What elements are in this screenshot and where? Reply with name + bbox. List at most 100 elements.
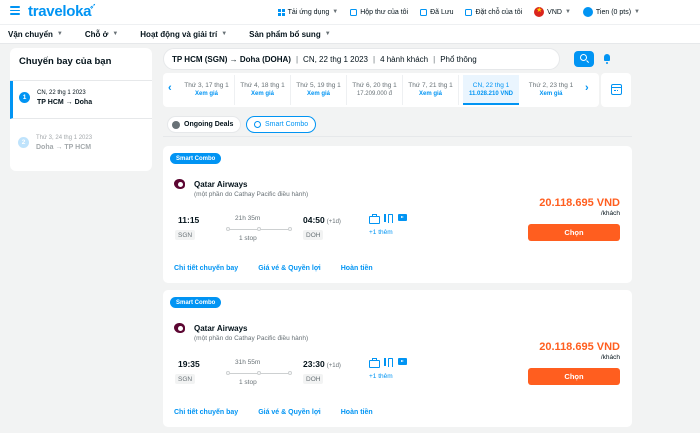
date-cell[interactable]: Thứ 7, 21 thg 1 Xem giá: [403, 75, 459, 105]
nav-add-ons-label: Sản phẩm bổ sung: [249, 29, 321, 39]
plus-day-indicator: (+1d): [326, 363, 341, 369]
date-cell-date: Thứ 2, 23 thg 1: [528, 82, 574, 89]
route-start-dot: [226, 371, 230, 375]
ongoing-deals-label: Ongoing Deals: [184, 121, 234, 128]
arrival-airport-code: DOH: [303, 230, 324, 240]
stop-count: 1 stop: [239, 379, 257, 386]
traveloka-logo[interactable]: traveloka: [28, 3, 91, 20]
arrival-time: 04:50 (+1d): [303, 215, 341, 225]
search-button[interactable]: [574, 51, 594, 67]
combo-icon: [254, 121, 261, 128]
nav-add-ons[interactable]: Sản phẩm bổ sung ▼: [249, 30, 331, 39]
my-bookings-link[interactable]: Đặt chỗ của tôi: [465, 8, 523, 16]
date-cell-price: 11.028.210 VND: [468, 91, 514, 97]
itinerary-leg-2[interactable]: 2 Thứ 3, 24 thg 1 2023 Doha → TP HCM: [10, 126, 152, 162]
search-summary[interactable]: TP HCM (SGN) → Doha (DOHA) | CN, 22 thg …: [163, 48, 560, 70]
date-cell[interactable]: Thứ 2, 23 thg 1 Xem giá: [523, 75, 579, 105]
grid-icon: [277, 8, 285, 16]
baggage-icon: [369, 214, 380, 224]
saved-link[interactable]: Đã Lưu: [420, 8, 454, 16]
download-app-link[interactable]: Tải ứng dụng ▼: [277, 8, 338, 16]
flight-details-link[interactable]: Chi tiết chuyến bay: [174, 265, 238, 272]
qatar-airways-logo-icon: [174, 179, 187, 190]
entertainment-icon: [398, 214, 407, 222]
more-amenities-link[interactable]: +1 thêm: [369, 373, 393, 380]
more-amenities-link[interactable]: +1 thêm: [369, 229, 393, 236]
download-app-label: Tải ứng dụng: [287, 8, 330, 16]
smart-combo-label: Smart Combo: [265, 121, 309, 128]
flight-card[interactable]: Smart Combo Qatar Airways (một phần do C…: [163, 290, 632, 427]
nav-activities-label: Hoạt động và giải trí: [140, 29, 218, 39]
date-cell-price: Xem giá: [539, 91, 563, 97]
saved-label: Đã Lưu: [430, 8, 454, 16]
arrival-time: 23:30 (+1d): [303, 359, 341, 369]
user-label: Tien (0 pts): [595, 8, 632, 16]
smart-combo-chip[interactable]: Smart Combo: [246, 116, 317, 133]
logo-bird-icon: ➶: [89, 1, 97, 11]
fare-benefits-link[interactable]: Giá vé & Quyền lợi: [258, 409, 321, 416]
operated-by: (một phần do Cathay Pacific điều hành): [194, 191, 309, 198]
operated-by: (một phần do Cathay Pacific điều hành): [194, 335, 309, 342]
chevron-left-icon[interactable]: ‹: [168, 82, 172, 94]
user-menu[interactable]: Tien (0 pts) ▼: [582, 7, 640, 17]
chevron-down-icon: ▼: [112, 31, 119, 37]
itinerary-title: Chuyến bay của bạn: [10, 48, 152, 81]
date-cell[interactable]: Thứ 4, 18 thg 1 Xem giá: [235, 75, 291, 105]
nav-accommodation[interactable]: Chỗ ở ▼: [85, 30, 118, 39]
refund-link[interactable]: Hoàn tiền: [341, 409, 373, 416]
fare-benefits-link[interactable]: Giá vé & Quyền lợi: [258, 265, 321, 272]
date-cell[interactable]: Thứ 5, 19 thg 1 Xem giá: [291, 75, 347, 105]
booking-icon: [465, 8, 473, 16]
ongoing-deals-chip[interactable]: Ongoing Deals: [167, 116, 242, 133]
select-flight-button[interactable]: Chọn: [528, 368, 620, 385]
date-cell-price: Xem giá: [250, 91, 274, 97]
chevron-down-icon: ▼: [221, 31, 228, 37]
itinerary-panel: Chuyến bay của bạn 1 CN, 22 thg 1 2023 T…: [10, 48, 152, 171]
stop-count: 1 stop: [239, 235, 257, 242]
meal-icon: [383, 214, 393, 223]
smart-combo-badge: Smart Combo: [170, 153, 222, 164]
select-flight-button[interactable]: Chọn: [528, 224, 620, 241]
leg-route: TP HCM → Doha: [37, 99, 93, 106]
user-avatar-icon: [582, 7, 593, 17]
chevron-down-icon: ▼: [324, 31, 331, 37]
hamburger-menu-icon[interactable]: [10, 6, 20, 15]
chevron-right-icon[interactable]: ›: [585, 82, 589, 94]
date-cell[interactable]: Thứ 3, 17 thg 1 Xem giá: [179, 75, 235, 105]
route-stop-dot: [257, 227, 261, 231]
chevron-down-icon: ▼: [56, 31, 63, 37]
summary-cabin: Phổ thông: [440, 54, 477, 64]
airline-name: Qatar Airways: [194, 324, 248, 333]
flight-price: 20.118.695 VND: [539, 197, 620, 209]
date-cell-selected[interactable]: CN, 22 thg 1 11.028.210 VND: [463, 75, 519, 105]
flight-details-link[interactable]: Chi tiết chuyến bay: [174, 409, 238, 416]
chevron-down-icon: ▼: [564, 9, 571, 15]
itinerary-leg-1[interactable]: 1 CN, 22 thg 1 2023 TP HCM → Doha: [10, 81, 152, 119]
date-cell[interactable]: Thứ 6, 20 thg 1 17.209.000 đ: [347, 75, 403, 105]
refund-link[interactable]: Hoàn tiền: [341, 265, 373, 272]
nav-activities[interactable]: Hoạt động và giải trí ▼: [140, 30, 227, 39]
flight-card-links: Chi tiết chuyến bay Giá vé & Quyền lợi H…: [174, 265, 373, 272]
flight-card[interactable]: Smart Combo Qatar Airways (một phần do C…: [163, 146, 632, 283]
price-alert-bell-icon[interactable]: [602, 53, 612, 64]
arrival-time-value: 04:50: [303, 215, 325, 225]
flight-duration: 21h 35m: [235, 215, 261, 222]
main-nav: Vận chuyển ▼ Chỗ ở ▼ Hoạt động và giải t…: [0, 24, 700, 44]
calendar-button[interactable]: [601, 73, 631, 107]
smart-combo-badge: Smart Combo: [170, 297, 222, 308]
route-end-dot: [288, 371, 292, 375]
date-cell-price: 17.209.000 đ: [356, 91, 393, 97]
entertainment-icon: [398, 358, 407, 366]
inbox-link[interactable]: Hộp thư của tôi: [350, 8, 408, 16]
departure-time: 19:35: [178, 359, 200, 369]
arrival-time-value: 23:30: [303, 359, 325, 369]
my-bookings-label: Đặt chỗ của tôi: [475, 8, 523, 16]
currency-selector[interactable]: VND ▼: [534, 6, 571, 17]
date-cell-date: CN, 22 thg 1: [472, 82, 510, 89]
nav-transport[interactable]: Vận chuyển ▼: [8, 30, 63, 39]
summary-date: CN, 22 thg 1 2023: [303, 54, 368, 64]
per-passenger-label: /khách: [600, 210, 620, 217]
plus-day-indicator: (+1d): [326, 219, 341, 225]
leg-date: CN, 22 thg 1 2023: [37, 90, 86, 96]
summary-separator: |: [295, 54, 299, 64]
